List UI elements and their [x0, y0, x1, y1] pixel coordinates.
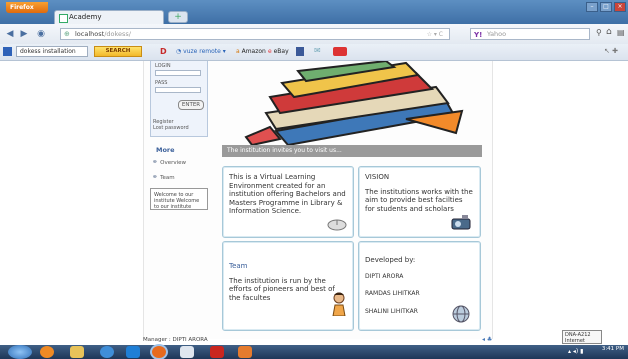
intro-text: This is a Virtual Learning Environment c… [229, 173, 346, 215]
internet-explorer-icon[interactable] [100, 346, 114, 358]
skype-icon[interactable] [126, 346, 140, 358]
visit-banner: The institution invites you to visit us.… [222, 145, 482, 157]
team-card: Team The institution is run by the effor… [222, 241, 354, 331]
login-panel: LOGIN PASS Register Lost password [150, 61, 208, 137]
close-window-button[interactable]: × [614, 2, 626, 12]
sidebar-item-overview[interactable]: ⚭ Overview [152, 158, 186, 166]
link-chain-icon: ⚭ [152, 158, 158, 166]
lost-password-link[interactable]: Lost password [153, 125, 189, 131]
notifications-icon[interactable] [333, 47, 347, 56]
intro-card: This is a Virtual Learning Environment c… [222, 166, 354, 238]
search-bar[interactable]: Y! Yahoo [470, 28, 590, 40]
toolbar-logo-icon[interactable] [3, 47, 12, 56]
login-input[interactable] [155, 70, 201, 76]
welcome-note: Welcome to our institute Welcome to our … [150, 188, 208, 210]
team-text: The institution is run by the efforts of… [229, 276, 335, 302]
facebook-icon[interactable] [296, 47, 304, 56]
pdf-reader-icon[interactable] [210, 346, 224, 358]
page-favicon-icon [59, 14, 68, 23]
developers-card: Developed by: DIPTI ARORA RAMDAS LIHITKA… [358, 241, 481, 331]
team-title: Team [229, 262, 248, 270]
books-illustration [236, 61, 468, 145]
start-button-icon[interactable] [8, 345, 32, 359]
developer-name: DIPTI ARORA [365, 272, 404, 280]
toolbar-search-select[interactable]: dokess installation [16, 46, 88, 57]
login-label: LOGIN [155, 63, 171, 69]
back-arrow-icon[interactable]: ◀ [4, 28, 16, 40]
toolbar-options-icon[interactable]: ↖ ✚ [604, 47, 618, 55]
downloads-icon[interactable]: ▤ [617, 28, 625, 37]
ebay-link[interactable]: e eBay [268, 47, 289, 57]
vuze-remote-link[interactable]: ◔ vuze remote ▾ [176, 47, 226, 57]
firefox-menu-button[interactable]: Firefox [6, 2, 48, 13]
person-icon [331, 292, 347, 316]
url-path: /dokess/ [104, 30, 131, 38]
window-title-bar: Firefox Academy + – □ × [0, 0, 628, 24]
vision-title: VISION [365, 173, 390, 181]
add-on-toolbar: dokess installation SEARCH D ◔ vuze remo… [0, 44, 628, 61]
media-player-icon[interactable] [40, 346, 54, 358]
enter-button[interactable]: ENTER [178, 100, 204, 110]
sidebar-item-team[interactable]: ⚭ Team [152, 173, 175, 181]
search-magnifier-icon[interactable]: ⚲ [596, 28, 602, 37]
document-icon[interactable] [180, 346, 194, 358]
bottom-scroll-icon[interactable]: ◂ ♣ [482, 336, 492, 343]
more-heading: More [156, 146, 175, 154]
site-identity-icon: ⊕ [64, 30, 70, 38]
bookmark-star-icon[interactable]: ☆ ▾ C [427, 30, 443, 40]
url-host: localhost [75, 30, 105, 38]
tab-title: Academy [69, 13, 102, 21]
network-tooltip: DNA-A212 Internet access [562, 330, 602, 350]
maximize-button[interactable]: □ [600, 2, 612, 12]
toolbar-d-icon[interactable]: D [160, 47, 167, 56]
home-icon[interactable]: ⌂ [606, 27, 612, 37]
amazon-link[interactable]: a Amazon [236, 47, 266, 57]
mouse-icon [327, 217, 347, 231]
toolbar-search-button[interactable]: SEARCH [94, 46, 142, 57]
app-window-icon[interactable] [238, 346, 252, 358]
address-bar[interactable]: ⊕ localhost/dokess/ ☆ ▾ C [60, 28, 450, 40]
history-dropdown-icon[interactable]: ◉ [34, 28, 48, 40]
projector-icon [450, 213, 472, 231]
yahoo-engine-icon[interactable]: Y! [474, 30, 482, 40]
windows-taskbar: ▴ ◂) ▮ 3:41 PM [0, 345, 628, 359]
password-input[interactable] [155, 87, 201, 93]
vision-text: The institutions works with the aim to p… [365, 187, 473, 213]
folder-icon[interactable] [70, 346, 84, 358]
developer-name: RAMDAS LIHITKAR [365, 290, 420, 297]
mail-icon[interactable]: ✉ [314, 46, 321, 55]
minimize-button[interactable]: – [586, 2, 598, 12]
manager-footer: Manager : DIPTI ARORA [143, 337, 208, 343]
globe-icon [450, 304, 472, 324]
forward-arrow-icon[interactable]: ▶ [18, 28, 30, 40]
browser-tab-academy[interactable]: Academy [54, 10, 164, 24]
tray-icons[interactable]: ▴ ◂) ▮ [568, 348, 583, 355]
developed-by-label: Developed by: [365, 256, 416, 264]
vision-card: VISION The institutions works with the a… [358, 166, 481, 238]
navigation-bar: ◀ ▶ ◉ ⊕ localhost/dokess/ ☆ ▾ C Y! Yahoo… [0, 24, 628, 45]
system-clock[interactable]: 3:41 PM [602, 346, 624, 352]
new-tab-button[interactable]: + [168, 11, 188, 23]
search-placeholder: Yahoo [487, 30, 507, 38]
firefox-taskbar-icon[interactable] [152, 346, 166, 358]
window-controls: – □ × [586, 2, 626, 12]
link-chain-icon: ⚭ [152, 173, 158, 181]
password-label: PASS [155, 80, 168, 86]
